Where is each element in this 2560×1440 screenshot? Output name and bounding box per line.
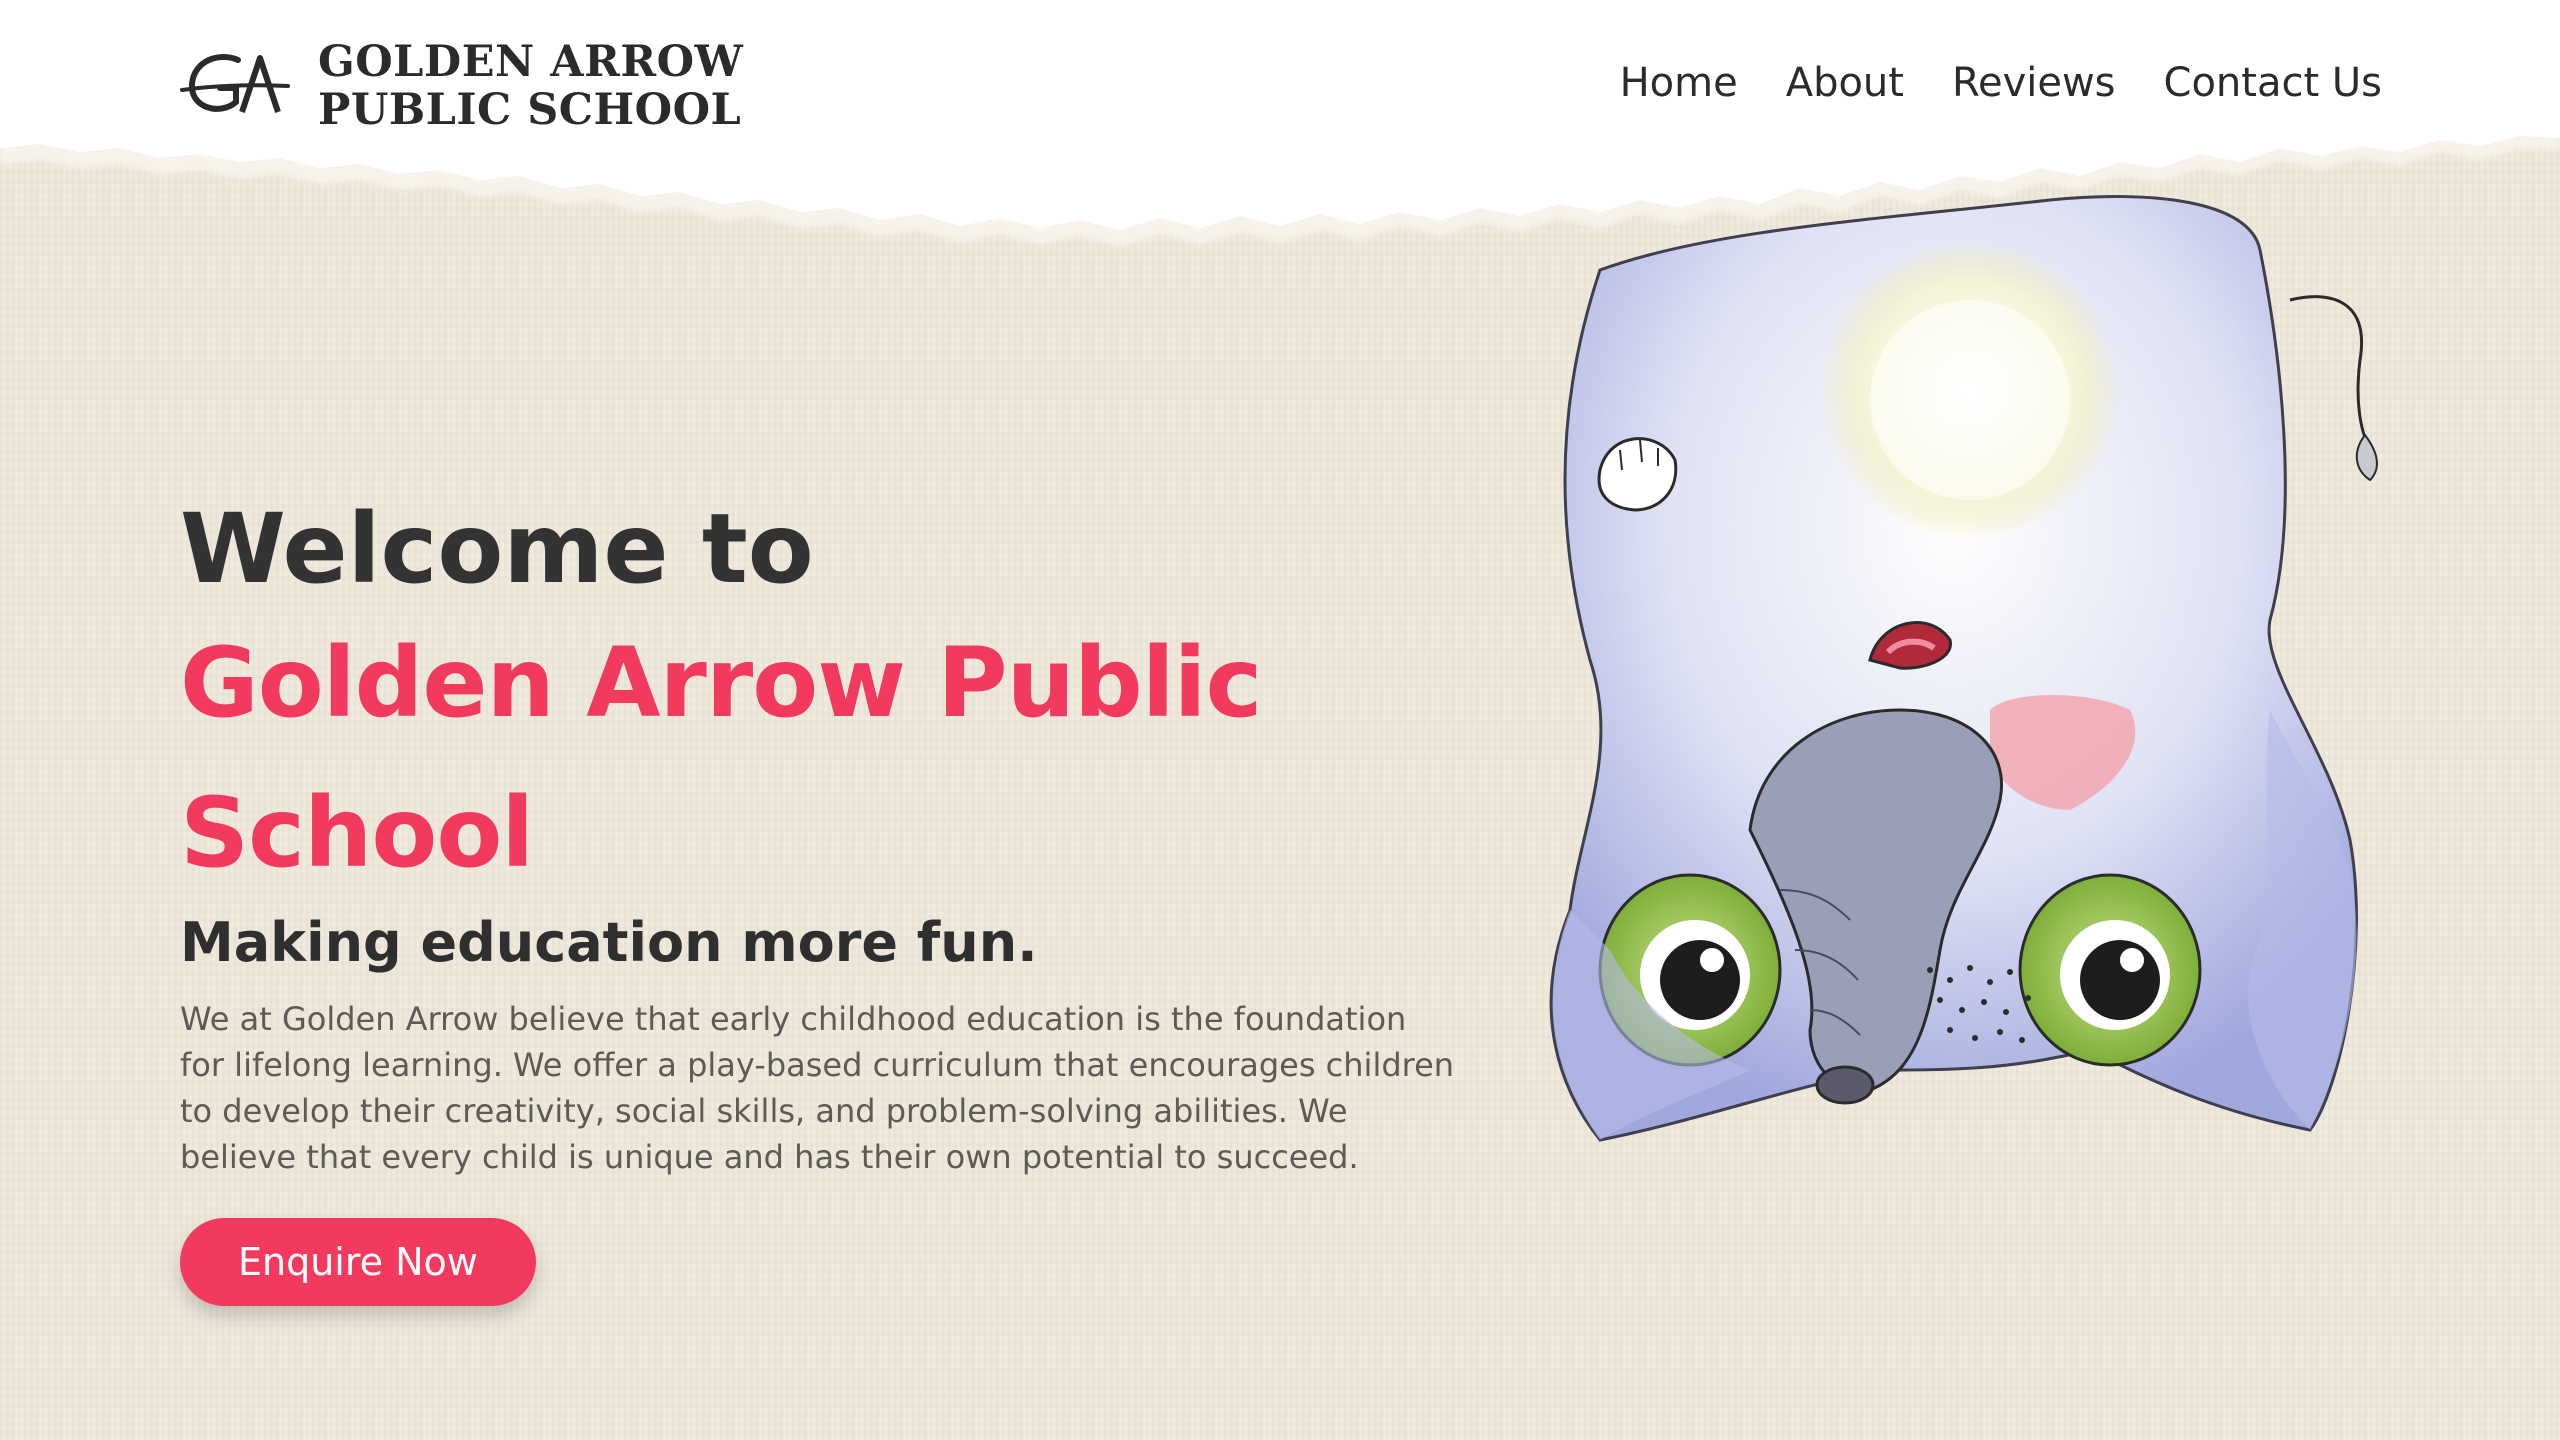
hero-school-name: Golden Arrow Public School [180,627,1262,889]
hero-tagline: Making education more fun. [180,911,1038,974]
main-nav: Home About Reviews Contact Us [1620,60,2382,106]
hero-title: Welcome to [180,493,814,605]
nav-contact-us[interactable]: Contact Us [2164,60,2382,106]
hero-description: We at Golden Arrow believe that early ch… [180,1000,1455,1176]
enquire-now-button[interactable]: Enquire Now [180,1218,536,1306]
brand-name-line2: PUBLIC SCHOOL [318,85,742,135]
brand-name-line1: GOLDEN ARROW [318,37,744,87]
site-header: GOLDEN ARROW PUBLIC SCHOOL Home About Re… [0,0,2560,260]
hero-section: Welcome to Golden Arrow Public School Ma… [180,490,1500,1306]
brand-name: GOLDEN ARROW PUBLIC SCHOOL [318,38,743,134]
nav-about[interactable]: About [1786,60,1904,106]
elephant-illustration-icon [1549,195,2378,1142]
nav-home[interactable]: Home [1620,60,1738,106]
page: GOLDEN ARROW PUBLIC SCHOOL Home About Re… [0,0,2560,1440]
nav-reviews[interactable]: Reviews [1952,60,2116,106]
ga-monogram-icon [180,54,290,113]
brand-logo[interactable]: GOLDEN ARROW PUBLIC SCHOOL [180,38,743,134]
